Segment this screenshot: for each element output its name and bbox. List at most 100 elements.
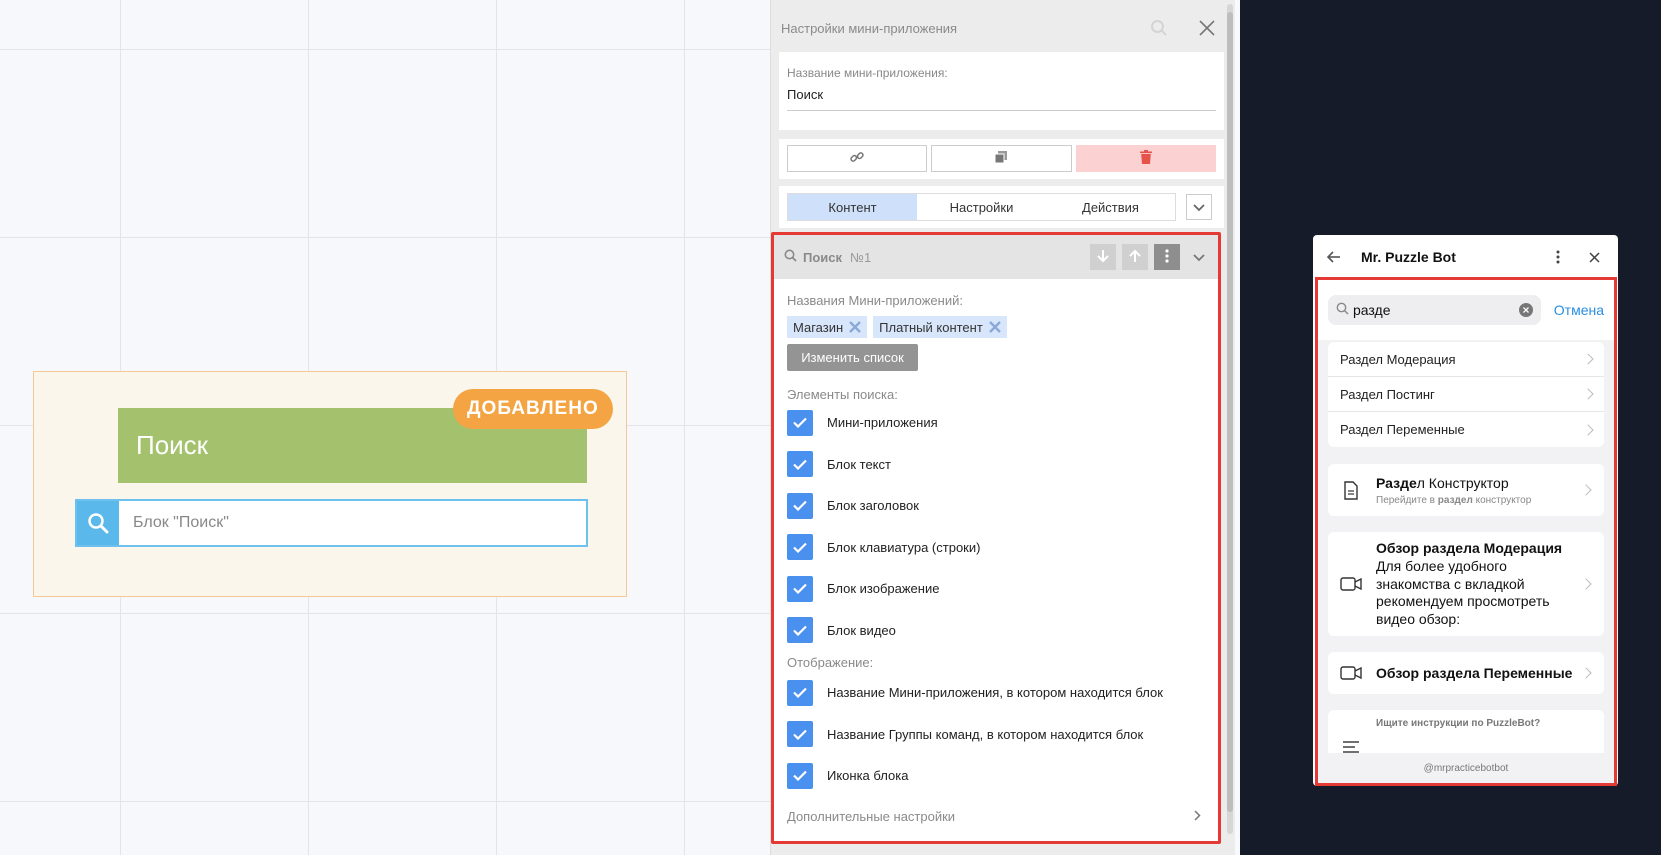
chevron-right-icon [1582, 423, 1594, 436]
close-icon[interactable] [1193, 14, 1221, 42]
change-list-button[interactable]: Изменить список [787, 344, 918, 371]
check-row[interactable]: Блок заголовок [787, 485, 1205, 527]
tabs-dropdown-button[interactable] [1186, 194, 1212, 220]
check-label: Название Мини-приложения, в котором нахо… [827, 685, 1163, 701]
video-camera-icon [1340, 573, 1362, 595]
checkbox[interactable] [787, 721, 813, 748]
remove-icon[interactable] [849, 321, 862, 333]
checkbox[interactable] [787, 409, 813, 436]
checkbox[interactable] [787, 492, 813, 519]
check-row[interactable]: Иконка блока [787, 755, 1205, 797]
flow-canvas[interactable]: Поиск ДОБАВЛЕНО Блок "Поиск" [0, 0, 770, 855]
check-row[interactable]: Мини-приложения [787, 402, 1205, 444]
settings-panel: Настройки мини-приложения Название мини-… [770, 0, 1235, 855]
checkbox[interactable] [787, 451, 813, 478]
copy-link-button[interactable] [787, 145, 928, 172]
clear-icon[interactable] [1518, 303, 1533, 317]
app-name-input[interactable]: Поиск [787, 87, 1216, 111]
check-row[interactable]: Блок изображение [787, 568, 1205, 610]
chevron-right-icon [1582, 353, 1594, 365]
search-icon[interactable] [1141, 10, 1177, 46]
bot-title: Mr. Puzzle Bot [1361, 249, 1456, 265]
check-row[interactable]: Блок клавиатура (строки) [787, 527, 1205, 569]
list-item[interactable]: Раздел Переменные [1328, 412, 1604, 447]
card-sub-pre: Перейдите в [1376, 494, 1438, 506]
tab-settings[interactable]: Настройки [917, 194, 1046, 220]
search-node[interactable]: Поиск ДОБАВЛЕНО Блок "Поиск" [33, 371, 627, 597]
cancel-button[interactable]: Отмена [1554, 302, 1604, 318]
list-item[interactable]: Раздел Модерация [1328, 342, 1604, 377]
card-body: Для более удобного знакомства с вкладкой… [1376, 558, 1550, 627]
checkbox[interactable] [787, 679, 813, 706]
chevron-right-icon [1580, 667, 1592, 679]
card-sub-post: конструктор [1472, 494, 1532, 506]
collapse-button[interactable] [1186, 244, 1212, 270]
check-label: Блок изображение [827, 581, 940, 597]
chip-paid-content: Платный контент [873, 316, 1007, 338]
chevron-right-icon [1580, 578, 1592, 590]
check-label: Блок текст [827, 456, 891, 472]
block-header[interactable]: Поиск №1 [774, 235, 1218, 279]
card-title: Ищите инструкции по PuzzleBot? [1376, 718, 1541, 729]
advanced-settings-label: Дополнительные настройки [787, 808, 956, 824]
app-name-label: Название мини-приложения: [787, 66, 948, 80]
search-icon [77, 501, 119, 545]
video-camera-icon [1340, 662, 1362, 684]
tab-content[interactable]: Контент [788, 194, 917, 220]
panel-header: Настройки мини-приложения [771, 0, 1235, 56]
remove-icon[interactable] [988, 321, 1001, 333]
search-elements-label: Элементы поиска: [787, 387, 898, 402]
phone-search-query: разде [1353, 302, 1391, 318]
advanced-settings-row[interactable]: Дополнительные настройки [787, 809, 1205, 824]
check-row[interactable]: Название Мини-приложения, в котором нахо… [787, 672, 1205, 714]
checkbox[interactable] [787, 575, 813, 602]
phone-search-input[interactable]: разде [1328, 295, 1541, 325]
phone-footer: @mrpracticebotbot [1318, 753, 1614, 783]
result-card-video-moderation[interactable]: Обзор раздела Модерация Для более удобно… [1328, 532, 1604, 636]
checkbox[interactable] [787, 762, 813, 789]
added-badge: ДОБАВЛЕНО [453, 389, 613, 429]
check-label: Название Группы команд, в котором находи… [827, 726, 1144, 742]
move-down-button[interactable] [1090, 244, 1116, 270]
search-block-card: Поиск №1 Названия Мини-приложений: Магаз… [771, 232, 1221, 844]
result-list: Раздел Модерация Раздел Постинг Раздел П… [1328, 342, 1604, 447]
check-label: Блок заголовок [827, 498, 919, 514]
document-icon [1340, 479, 1362, 501]
check-row[interactable]: Блок текст [787, 444, 1205, 486]
back-arrow-icon[interactable] [1325, 248, 1343, 266]
list-item-label: Раздел Постинг [1340, 386, 1435, 402]
chip-label: Платный контент [879, 319, 983, 335]
link-icon [850, 150, 864, 167]
delete-button[interactable] [1075, 145, 1216, 172]
block-title: Поиск [803, 249, 843, 265]
chevron-right-icon [1580, 484, 1592, 496]
display-label: Отображение: [787, 655, 874, 670]
more-vertical-icon[interactable] [1548, 247, 1568, 267]
check-label: Блок видео [827, 622, 896, 638]
check-row[interactable]: Блок видео [787, 610, 1205, 652]
card-title-match: Разде [1376, 474, 1417, 491]
node-search-field[interactable]: Блок "Поиск" [75, 499, 588, 547]
result-card-video-variables[interactable]: Обзор раздела Переменные [1328, 652, 1604, 694]
tab-actions[interactable]: Действия [1046, 194, 1175, 220]
close-icon[interactable] [1584, 247, 1604, 267]
tabs-card: Контент Настройки Действия [779, 186, 1224, 228]
app-name-card: Название мини-приложения: Поиск [779, 52, 1224, 130]
block-menu-button[interactable] [1154, 244, 1180, 270]
block-number: №1 [850, 249, 872, 265]
copy-icon [994, 150, 1008, 167]
trash-icon [1139, 150, 1152, 167]
apps-chips: Магазин Платный контент [787, 316, 1205, 338]
result-card-constructor[interactable]: Раздел Конструктор Перейдите в раздел ко… [1328, 464, 1604, 516]
panel-scrollbar[interactable] [1227, 4, 1233, 834]
apps-label: Названия Мини-приложений: [787, 293, 963, 308]
duplicate-button[interactable] [931, 145, 1072, 172]
chevron-right-icon [1194, 809, 1201, 824]
chip-label: Магазин [793, 319, 844, 335]
checkbox[interactable] [787, 534, 813, 561]
list-item[interactable]: Раздел Постинг [1328, 377, 1604, 412]
move-up-button[interactable] [1122, 244, 1148, 270]
chevron-down-icon [1193, 200, 1205, 215]
checkbox[interactable] [787, 617, 813, 644]
check-row[interactable]: Название Группы команд, в котором находи… [787, 714, 1205, 756]
